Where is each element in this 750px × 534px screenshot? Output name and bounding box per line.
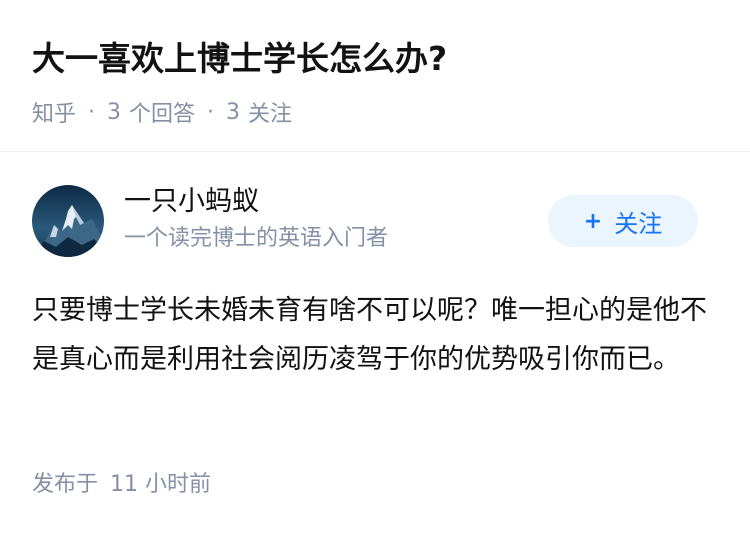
author-info: 一只小蚂蚁 一个读完博士的英语入门者 — [124, 183, 388, 255]
published-label: 发布于 — [32, 472, 99, 497]
question-header: 大一喜欢上博士学长怎么办? 知乎 · 3 个回答 · 3 关注 — [32, 36, 718, 128]
author-bio: 一个读完博士的英语入门者 — [124, 226, 389, 251]
question-title[interactable]: 大一喜欢上博士学长怎么办? — [32, 36, 718, 82]
author-row: 一只小蚂蚁 一个读完博士的英语入门者 + 关注 — [32, 183, 698, 259]
question-meta: 知乎 · 3 个回答 · 3 关注 — [32, 96, 718, 128]
avatar[interactable] — [32, 185, 104, 257]
follow-count-label: 关注 — [248, 102, 293, 127]
meta-separator: · — [88, 99, 96, 125]
author-name[interactable]: 一只小蚂蚁 — [124, 183, 388, 221]
plus-icon: + — [583, 208, 603, 234]
published-time: 11 小时前 — [110, 472, 212, 497]
follow-count: 3 — [226, 99, 241, 125]
follow-button[interactable]: + 关注 — [548, 195, 698, 247]
source-label[interactable]: 知乎 — [32, 96, 76, 128]
answer-count: 3 — [107, 99, 122, 125]
follow-button-label: 关注 — [614, 209, 663, 238]
meta-separator: · — [207, 99, 215, 125]
answer-footer: 发布于 11 小时前 — [32, 466, 211, 498]
section-divider — [0, 151, 750, 152]
answer-count-label: 个回答 — [129, 102, 196, 127]
answer-content: 只要博士学长未婚未育有啥不可以呢？唯一担心的是他不是真心而是利用社会阅历凌驾于你… — [32, 295, 707, 375]
mountain-avatar-icon — [32, 185, 104, 257]
